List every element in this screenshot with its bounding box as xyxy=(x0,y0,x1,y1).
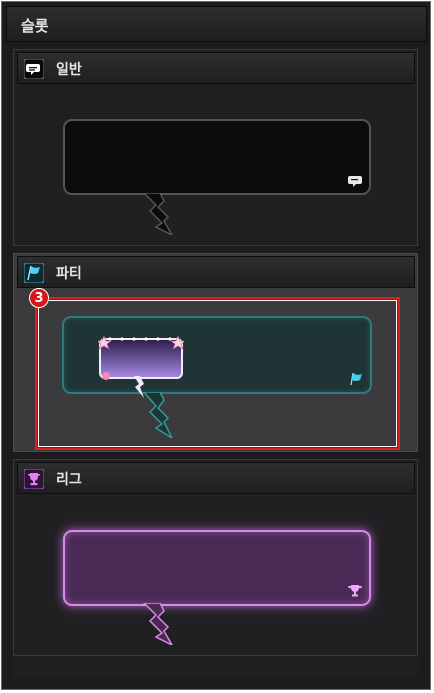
league-bubble-tail xyxy=(142,603,173,645)
panel-title: 슬롯 xyxy=(21,17,49,35)
slot-league-label: 리그 xyxy=(56,472,82,488)
selection-highlight xyxy=(35,297,400,450)
party-flag-icon xyxy=(24,263,44,283)
speech-bubble-icon xyxy=(24,59,44,79)
trophy-icon xyxy=(24,469,44,489)
slot-normal[interactable]: 일반 xyxy=(13,49,418,246)
slot-normal-label: 일반 xyxy=(56,62,82,78)
callout-badge: 3 xyxy=(29,288,49,308)
panel-title-bar: 슬롯 xyxy=(6,6,427,42)
slot-normal-header: 일반 xyxy=(17,52,415,84)
slot-party-header: 파티 xyxy=(17,256,415,288)
panel-footer xyxy=(13,656,418,678)
normal-bubble-tail xyxy=(142,193,173,235)
trophy-mini-icon xyxy=(347,585,363,597)
league-bubble-preview xyxy=(63,530,371,606)
speech-bubble-mini-icon xyxy=(348,176,362,187)
normal-bubble-preview xyxy=(63,119,371,195)
slot-league-header: 리그 xyxy=(17,462,415,494)
slot-league[interactable]: 리그 xyxy=(13,459,418,656)
slot-party-label: 파티 xyxy=(56,266,82,282)
